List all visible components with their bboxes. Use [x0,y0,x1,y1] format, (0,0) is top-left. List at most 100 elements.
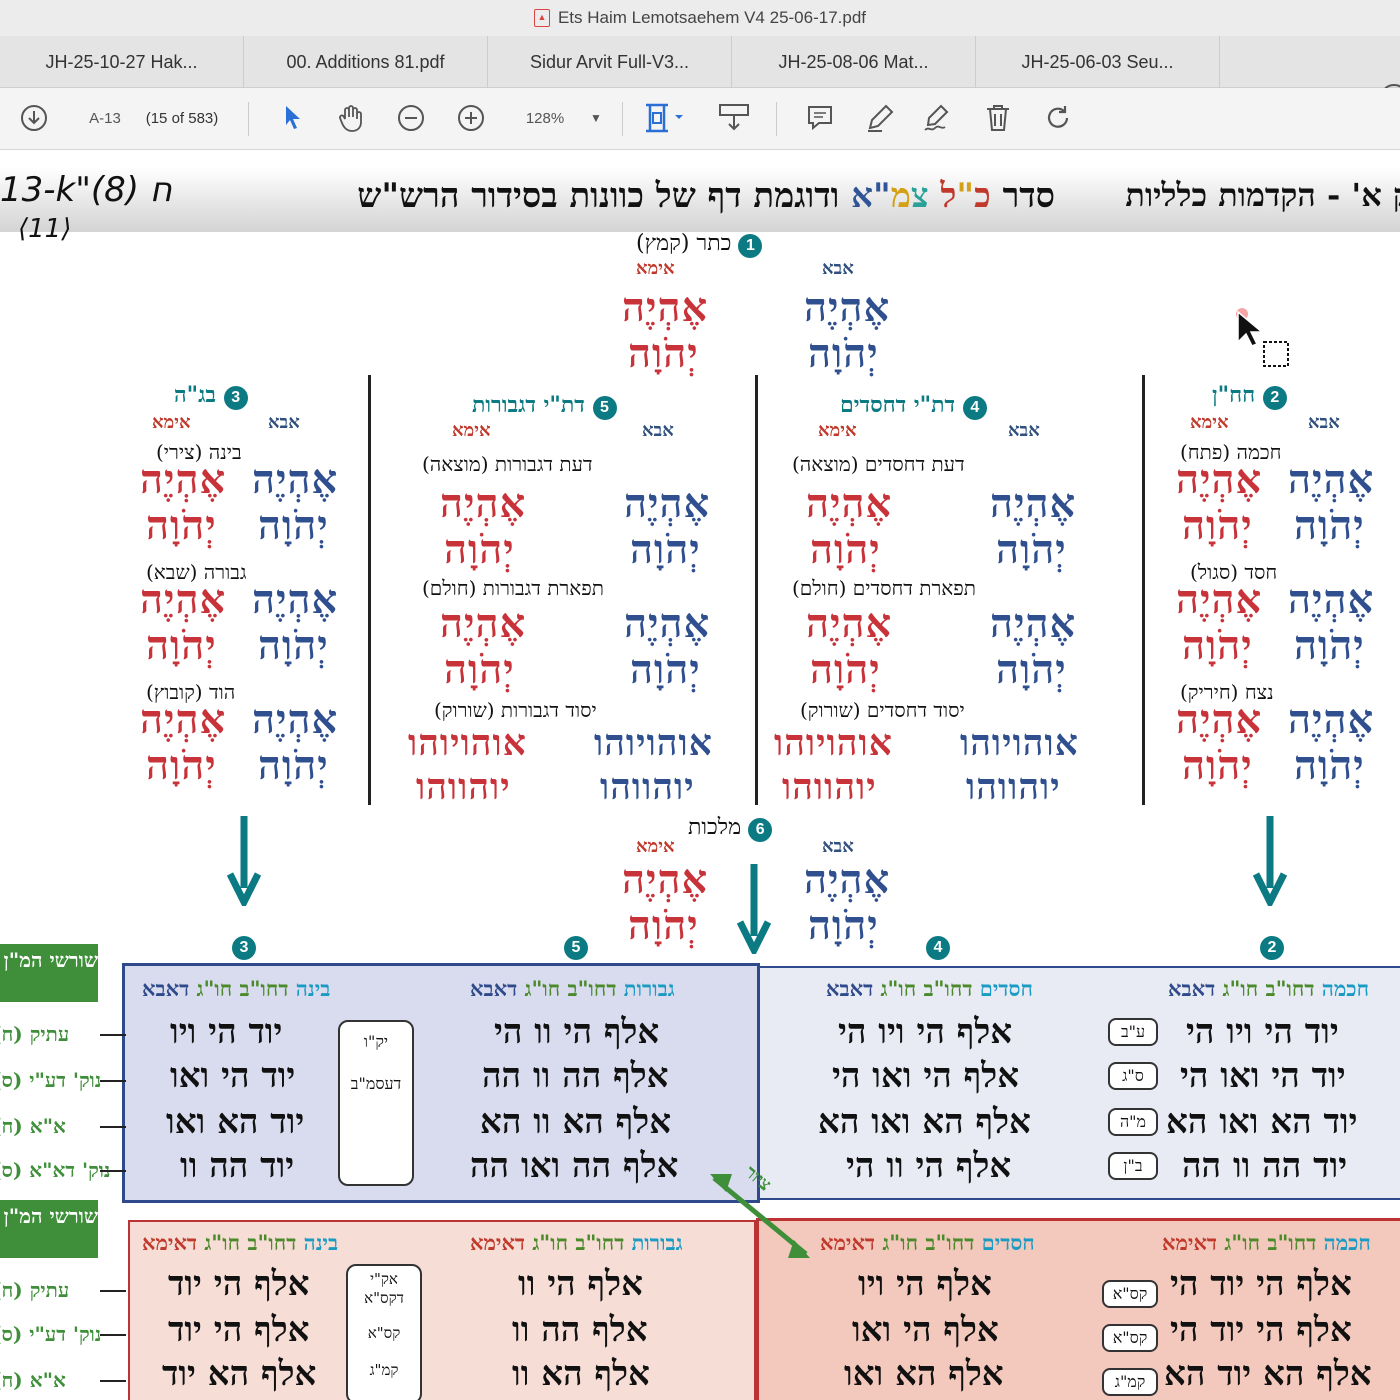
table-row: יוד הי ויו הי [1186,1012,1339,1052]
abba-ehyeh: אֶהְיֶה [1288,456,1375,503]
zoom-level[interactable]: 128% [510,101,580,135]
keter-label: 1 כתר (קמץ) [636,230,763,258]
abba-ehyeh: אֶהְיֶה [252,576,339,623]
header-sefira: גבורות [623,976,675,1001]
comment-icon[interactable] [802,101,838,135]
header-sefira: חסדים [981,1230,1035,1255]
rotate-icon[interactable] [1040,101,1076,135]
ima-ehyeh: אֶהְיֶה [1176,576,1263,623]
shorshei-man-tag: שורשי המ"ן (כללי) [0,1200,98,1258]
keter-number-icon: 1 [738,234,763,258]
keter-ima-label: אימא [636,258,675,279]
ima-yesod-name: אוהויוהו [774,722,893,764]
abba-yesod-name: יוהווהו [600,766,695,808]
header-mid: דחו"ב חו"ג [1217,1230,1324,1255]
number-2-icon: 2 [1262,386,1287,410]
table-row: יוד הי ואו הי [1180,1056,1346,1096]
gematria-pill: ס"ג [1108,1062,1158,1090]
malchut-number-icon: 6 [748,818,773,842]
abba-ehyeh: אֶהְיֶה [1288,696,1375,743]
tab-2[interactable]: 00. Additions 81.pdf [244,36,488,88]
table-row: אלף הי ואו [852,1310,999,1350]
tab-label: JH-25-10-27 Hak... [45,51,198,72]
sefira-label: דעת דגבורות (מוצאה) [422,452,593,476]
fit-page-icon[interactable] [638,101,688,135]
gematria-pill: ע"ב [1108,1018,1158,1046]
number-5-icon: 5 [592,396,617,420]
table-row: אלף הא יוד [162,1354,317,1394]
abba-label: אבא [268,412,300,433]
tab-4[interactable]: JH-25-08-06 Mat... [732,36,976,88]
header-partzuf: דאבא [1168,976,1216,1001]
column-header-daat-gevurot: 5 דת"י דגבורות [472,392,617,420]
ima-ehyeh: אֶהְיֶה [806,600,893,647]
abba-yhvh: יְהֹוָה [1294,622,1365,669]
table-row: יוד הה וו [180,1146,295,1186]
abba-ehyeh: אֶהְיֶה [990,480,1077,527]
abba-yhvh: יְהֹוָה [258,622,329,669]
ima-yhvh: יְהֹוָה [810,646,881,693]
box-line: אק"י [370,1270,398,1288]
column-header-binah: 3 בג"ה [174,382,248,410]
zoom-dropdown-icon[interactable]: ▼ [586,101,606,135]
title-letter: א [851,176,873,216]
malchut-abba-ehyeh: אֶהְיֶה [804,856,891,903]
keter-abba-label: אבא [822,258,854,279]
abba-yhvh: יְהֹוָה [258,742,329,789]
ima-ehyeh: אֶהְיֶה [140,576,227,623]
zoom-out-icon[interactable] [394,101,428,135]
shorshei-man-tag: שורשי המ"ן (כללי) [0,944,98,1002]
abba-yesod-name: אוהויוהו [960,722,1079,764]
number-3-icon: 3 [232,936,256,960]
header-sefira: חכמה [1323,1230,1371,1255]
ima-yesod-name: אוהויוהו [408,722,527,764]
malchut-abba-yhvh: יְהֹוָה [808,902,879,949]
tab-5[interactable]: JH-25-06-03 Seu... [976,36,1220,88]
highlight-pen-icon[interactable] [862,101,898,135]
table-header: בינה דחו"ב חו"ג דאבא [142,976,330,1002]
tab-3[interactable]: Sidur Arvit Full-V3... [488,36,732,88]
abba-ehyeh: אֶהְיֶה [624,600,711,647]
table-row: אלף הי יוד [168,1264,310,1304]
abba-yhvh: יְהֹוָה [996,646,1067,693]
connector-line [100,1080,126,1082]
column-divider [755,375,758,805]
ima-ehyeh: אֶהְיֶה [440,480,527,527]
tab-label: Sidur Arvit Full-V3... [529,51,690,72]
malchut-text: מלכות [688,815,742,840]
box-line: קס"א [367,1324,401,1342]
table-header: חסדים דחו"ב חו"ג דאימא [820,1230,1035,1256]
sign-icon[interactable] [920,101,956,135]
header-mid: דחו"ב חו"ג [525,1230,632,1255]
table-row: אלף הי וו הי [494,1012,660,1052]
pdf-page[interactable]: 13-k"ח (8) ⟨11⟩ סדר כ"ל צמ"א ודוגמת דף ש… [0,150,1400,1400]
header-mid: דחו"ב חו"ג [1215,976,1322,1001]
header-mid: דחו"ב חו"ג [189,976,296,1001]
side-label: עתיק (ח) [0,1022,70,1046]
box-line: דקס"א [364,1289,404,1307]
number-4-icon: 4 [926,936,950,960]
hand-tool-icon[interactable] [334,101,368,135]
ima-ehyeh: אֶהְיֶה [140,456,227,503]
abba-ehyeh: אֶהְיֶה [990,600,1077,647]
abba-yhvh: יְהֹוָה [1294,742,1365,789]
select-pointer-icon[interactable] [278,101,308,135]
gematria-pill: קס"א [1102,1280,1158,1308]
table-row: אלף הא יוד הא [1164,1354,1372,1394]
binah-side-box: יק"ו דעסמ"ב [338,1020,414,1186]
connector-line [100,1034,126,1036]
page-label[interactable]: A-13 [82,101,128,135]
trash-icon[interactable] [980,101,1016,135]
header-sefira: חכמה [1321,976,1370,1001]
tab-1[interactable]: JH-25-10-27 Hak... [0,36,244,88]
table-row: יוד הי ויו [170,1012,283,1052]
toolbar: A-13 (15 of 583) 128% ▼ [0,88,1400,150]
download-icon[interactable] [16,101,52,135]
header-partzuf: דאימא [1162,1230,1218,1255]
ima-ehyeh: אֶהְיֶה [806,480,893,527]
header-mid: דחו"ב חו"ג [517,976,624,1001]
table-header: גבורות דחו"ב חו"ג דאבא [470,976,675,1002]
insert-page-icon[interactable] [714,101,754,135]
abba-ehyeh: אֶהְיֶה [252,456,339,503]
zoom-in-icon[interactable] [454,101,488,135]
